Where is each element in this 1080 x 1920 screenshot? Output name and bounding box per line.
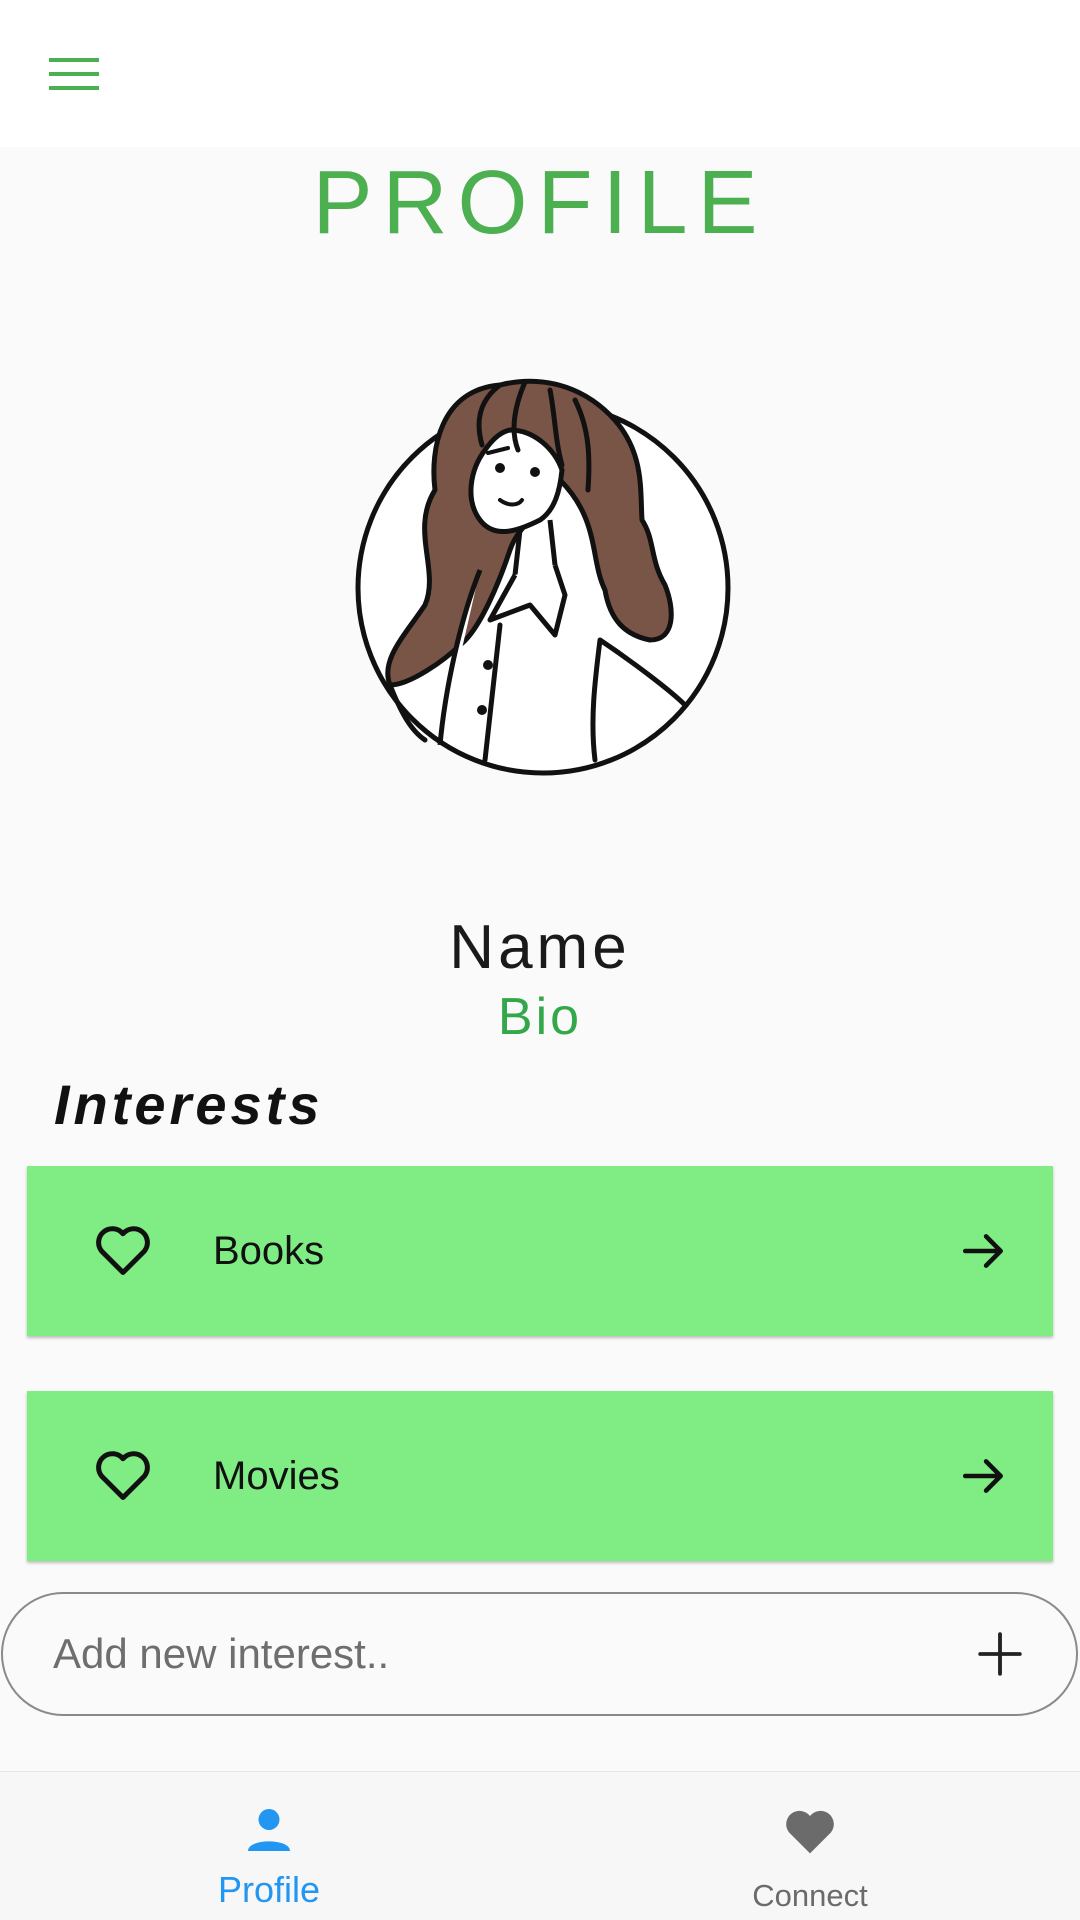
interest-card-books[interactable]: Books bbox=[27, 1166, 1053, 1336]
interest-label: Movies bbox=[213, 1453, 340, 1498]
add-interest-input[interactable] bbox=[53, 1594, 933, 1714]
user-bio: Bio bbox=[497, 988, 583, 1046]
interest-card-movies[interactable]: Movies bbox=[27, 1391, 1053, 1561]
arrow-right-icon[interactable] bbox=[959, 1451, 1009, 1501]
nav-item-profile[interactable]: Profile bbox=[0, 1772, 540, 1920]
add-interest-button[interactable] bbox=[968, 1622, 1032, 1686]
arrow-right-icon[interactable] bbox=[959, 1226, 1009, 1276]
heart-filled-icon bbox=[786, 1810, 834, 1854]
nav-item-connect[interactable]: Connect bbox=[540, 1772, 1080, 1920]
interest-label: Books bbox=[213, 1228, 325, 1273]
menu-button[interactable] bbox=[36, 40, 112, 108]
person-icon bbox=[248, 1809, 290, 1851]
heart-outline-icon bbox=[96, 1226, 150, 1275]
add-interest-field bbox=[1, 1592, 1078, 1716]
page-title: PROFILE bbox=[312, 153, 768, 253]
heart-outline-icon bbox=[96, 1451, 150, 1500]
interests-heading: Interests bbox=[54, 1073, 324, 1136]
avatar[interactable] bbox=[350, 360, 735, 780]
nav-label-connect: Connect bbox=[752, 1878, 868, 1913]
plus-icon bbox=[978, 1632, 1022, 1676]
nav-label-profile: Profile bbox=[217, 1869, 321, 1910]
app-bar bbox=[0, 0, 1080, 147]
menu-icon bbox=[49, 58, 99, 90]
woman-illustration-avatar bbox=[355, 378, 731, 776]
bottom-navigation: Profile Connect bbox=[0, 1771, 1080, 1920]
user-name: Name bbox=[449, 913, 631, 982]
